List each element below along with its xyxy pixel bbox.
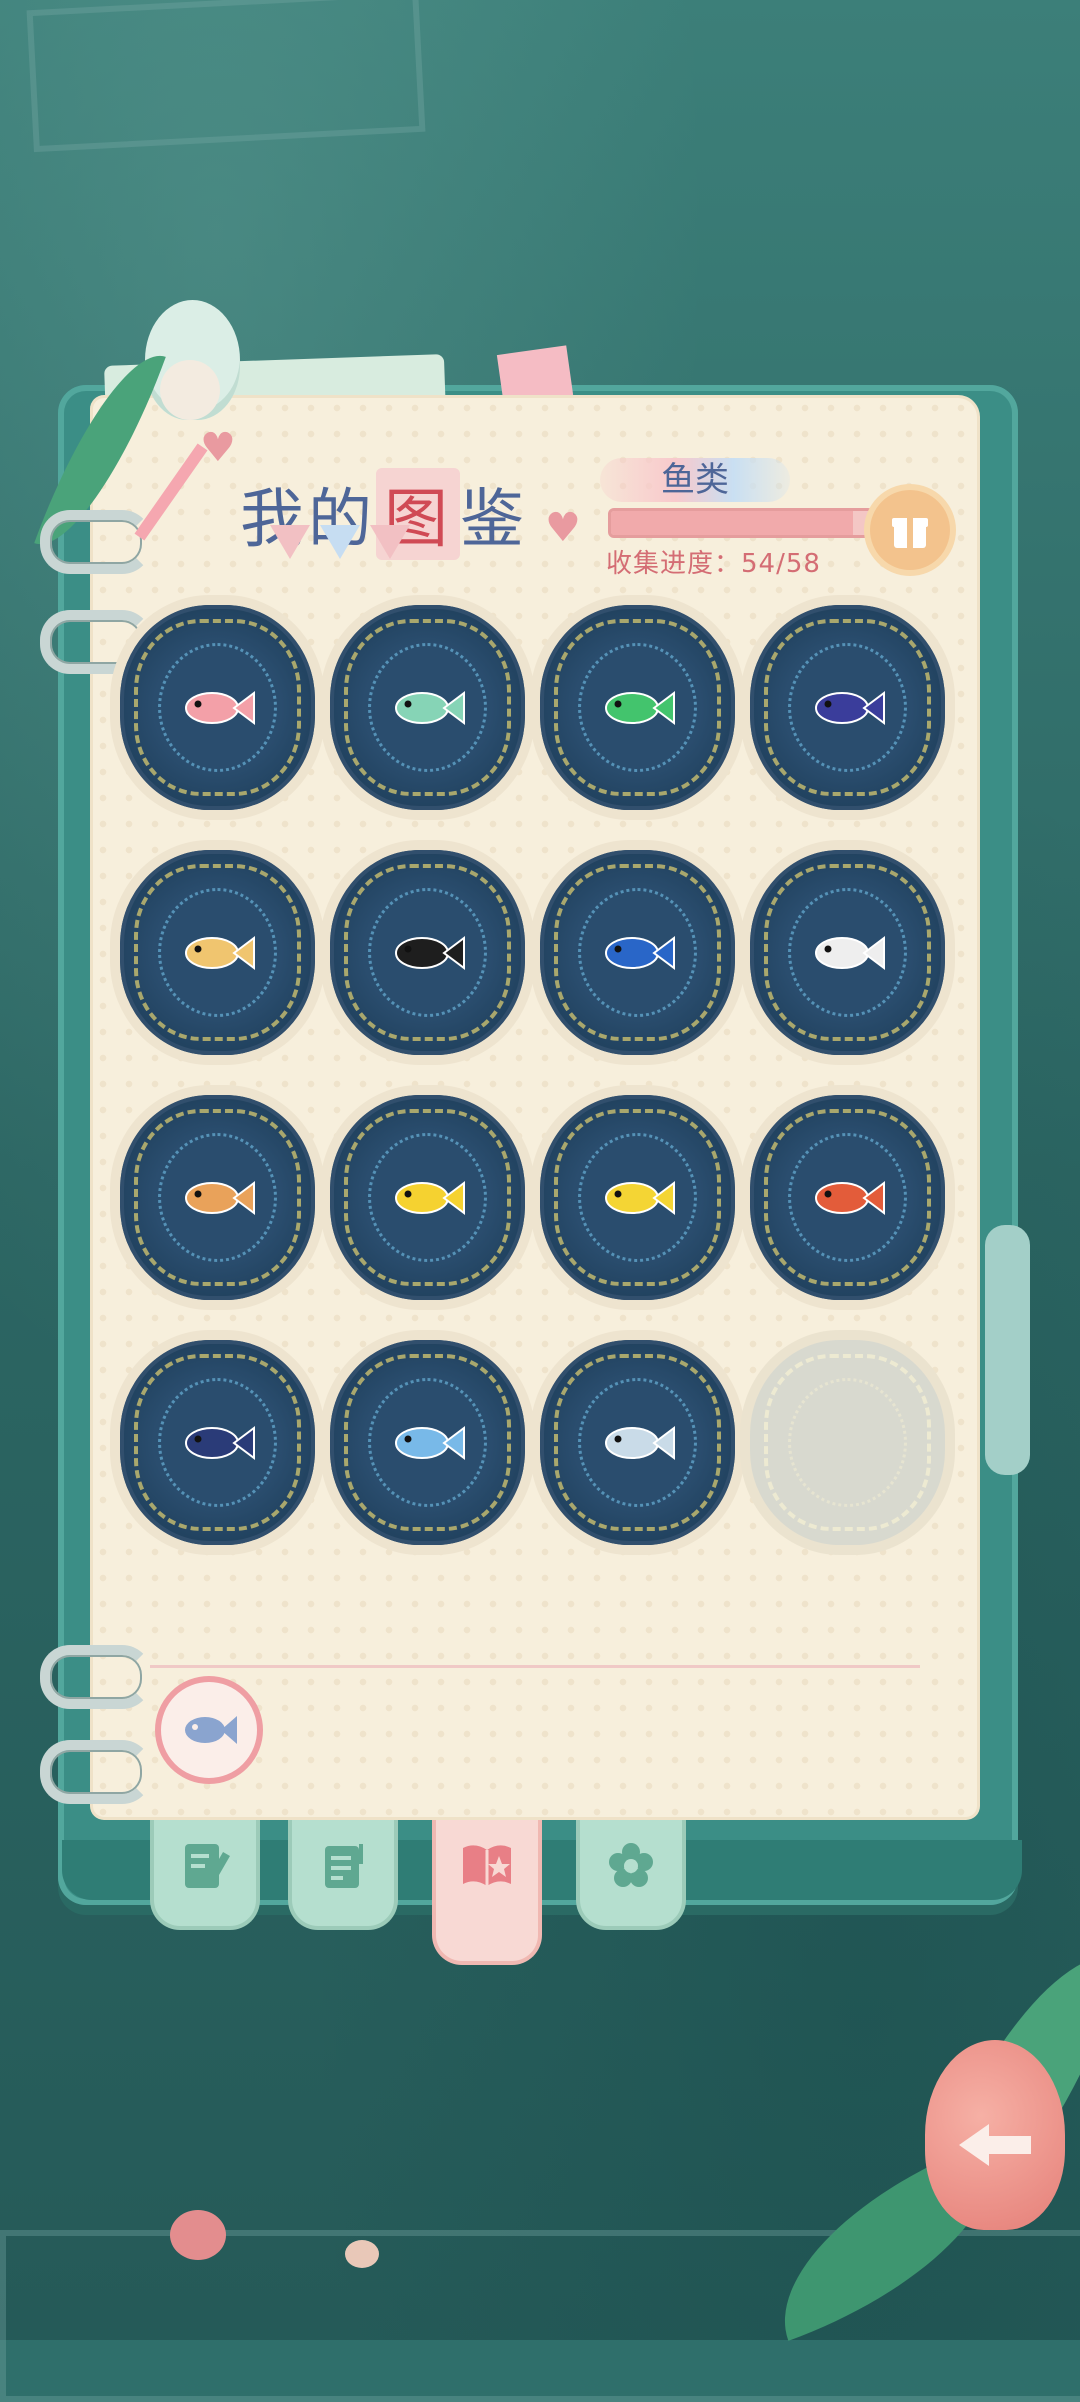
yellow-butterflyfish-icon (394, 1180, 465, 1215)
pink-petal-decor (170, 2210, 226, 2260)
locked-fish-slot[interactable] (750, 1340, 945, 1545)
book-star-icon (463, 1845, 511, 1886)
fish-slot-moorish-idol[interactable] (330, 850, 525, 1055)
fish-slot-emperor-angelfish[interactable] (120, 1340, 315, 1545)
blue-discus-icon (394, 1425, 465, 1460)
tab-collection[interactable] (432, 1820, 542, 1965)
notebook-pencil-icon (185, 1844, 230, 1888)
gift-reward-icon[interactable] (870, 490, 950, 570)
tulip-face-icon (160, 360, 220, 420)
fish-slot-spotted-grouper[interactable] (540, 1340, 735, 1545)
red-striped-fish-icon (814, 1180, 885, 1215)
progress-text: 收集进度：54/58 (606, 549, 821, 579)
fish-slot-red-striped-fish[interactable] (750, 1095, 945, 1300)
blue-tang-icon (604, 935, 675, 970)
fish-slot-blue-discus[interactable] (330, 1340, 525, 1545)
back-arrow-icon[interactable] (945, 2110, 1045, 2180)
flower-icon (609, 1843, 653, 1887)
binder-ring-icon (40, 1740, 152, 1804)
pennant-flag-decor (370, 525, 410, 559)
slot-frame (750, 1340, 945, 1545)
fish-slot-green-wrasse[interactable] (540, 605, 735, 810)
fish-slot-blue-tang[interactable] (540, 850, 735, 1055)
category-label: 鱼类 (600, 458, 790, 502)
fish-filter-button[interactable] (155, 1676, 263, 1784)
heart-icon: ♥ (545, 505, 581, 551)
fish-slot-pufferfish[interactable] (120, 850, 315, 1055)
purple-tang-icon (814, 690, 885, 725)
yellow-tang-icon (604, 1180, 675, 1215)
emperor-angelfish-icon (184, 1425, 255, 1460)
pennant-flag-decor (270, 525, 310, 559)
tab-flower[interactable] (576, 1820, 686, 1930)
fish-slot-pink-squirrelfish[interactable] (120, 605, 315, 810)
collection-progress-bar (608, 508, 874, 538)
fish-slot-black-white-angelfish[interactable] (750, 850, 945, 1055)
black-white-angelfish-icon (814, 935, 885, 970)
binder-ring-icon (40, 1645, 152, 1709)
fish-slot-purple-tang[interactable] (750, 605, 945, 810)
fish-icon (185, 1716, 237, 1744)
fish-slot-clown-grouper[interactable] (120, 1095, 315, 1300)
background-frame-lines (26, 0, 426, 153)
moorish-idol-icon (394, 935, 465, 970)
fish-slot-yellow-butterflyfish[interactable] (330, 1095, 525, 1300)
tab-notes[interactable] (150, 1820, 260, 1930)
fish-slot-yellow-tang[interactable] (540, 1095, 735, 1300)
pink-squirrelfish-icon (184, 690, 255, 725)
clown-grouper-icon (184, 1180, 255, 1215)
ribbon-bookmark (985, 1225, 1030, 1475)
pufferfish-icon (184, 935, 255, 970)
pink-petal-decor (345, 2240, 379, 2268)
binder-ring-icon (40, 510, 152, 574)
fish-slot-green-parrotfish[interactable] (330, 605, 525, 810)
green-parrotfish-icon (394, 690, 465, 725)
title-suffix: 鉴 (460, 483, 528, 557)
page-divider (150, 1665, 920, 1668)
green-wrasse-icon (604, 690, 675, 725)
pennant-flag-decor (320, 525, 360, 559)
spotted-grouper-icon (604, 1425, 675, 1460)
heart-icon: ♥ (200, 425, 236, 471)
journal-icon (325, 1844, 363, 1888)
tab-journal[interactable] (288, 1820, 398, 1930)
progress-fill (611, 511, 854, 535)
